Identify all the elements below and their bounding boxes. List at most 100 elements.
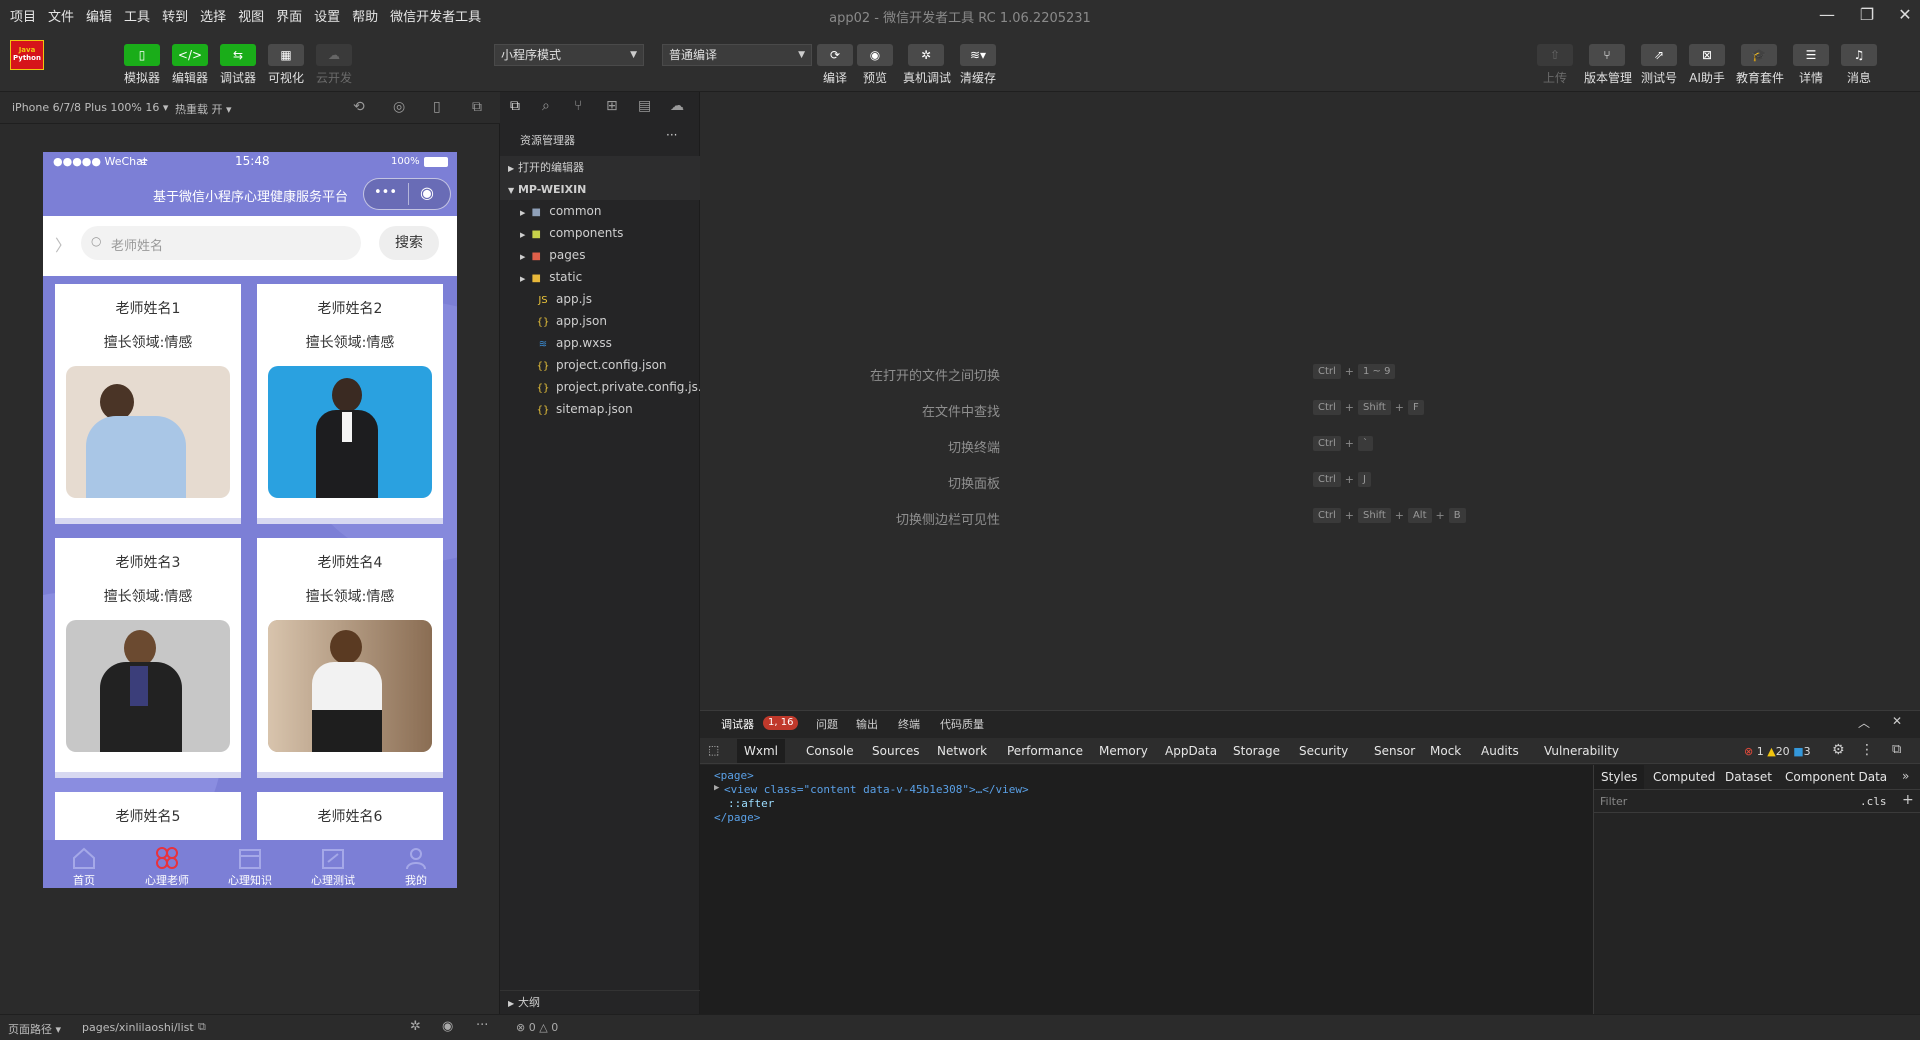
gear-icon[interactable]: ⚙ bbox=[1832, 742, 1845, 758]
more-options-icon[interactable]: ··· bbox=[476, 1018, 488, 1033]
kebab-menu-icon[interactable]: ⋮ bbox=[1860, 742, 1874, 758]
tab-debugger[interactable]: 调试器 bbox=[721, 716, 754, 732]
close-window-button[interactable]: ✕ bbox=[1890, 3, 1920, 27]
ai-assistant-button[interactable]: ⊠ AI助手 bbox=[1684, 44, 1730, 86]
tree-folder-common[interactable]: ▶ ■ common bbox=[500, 200, 700, 222]
menu-tools[interactable]: 工具 bbox=[124, 6, 150, 25]
education-button[interactable]: 🎓 教育套件 bbox=[1736, 44, 1784, 86]
copy-icon[interactable]: ⧉ bbox=[198, 1020, 206, 1034]
tab-home[interactable]: 首页 bbox=[43, 840, 125, 888]
cls-toggle[interactable]: .cls bbox=[1860, 795, 1887, 808]
tree-folder-components[interactable]: ▶ ■ components bbox=[500, 222, 700, 244]
cloud-dev-button[interactable]: ☁ 云开发 bbox=[311, 44, 357, 86]
tab-vulnerability[interactable]: Vulnerability bbox=[1537, 739, 1626, 763]
compile-select[interactable]: 普通编译 ▼ bbox=[662, 44, 812, 66]
tab-console[interactable]: Console bbox=[799, 739, 861, 763]
menu-select[interactable]: 选择 bbox=[200, 6, 226, 25]
tab-network[interactable]: Network bbox=[930, 739, 994, 763]
tab-test[interactable]: 心理测试 bbox=[292, 840, 374, 888]
minimize-button[interactable]: — bbox=[1812, 3, 1842, 27]
record-icon[interactable]: ◎ bbox=[393, 99, 405, 115]
bug-icon[interactable]: ✲ bbox=[410, 1019, 421, 1034]
wxml-node[interactable]: <view class="content data-v-45b1e308">…<… bbox=[724, 783, 1029, 796]
tab-mine[interactable]: 我的 bbox=[375, 840, 457, 888]
search-input[interactable]: ○ 老师姓名 bbox=[81, 226, 361, 260]
restore-button[interactable]: ❐ bbox=[1852, 3, 1882, 27]
visual-button[interactable]: ▦ 可视化 bbox=[263, 44, 309, 86]
files-icon[interactable]: ⧉ bbox=[510, 98, 520, 114]
tree-file-app-wxss[interactable]: ≋ app.wxss bbox=[500, 332, 700, 354]
test-account-button[interactable]: ⇗ 测试号 bbox=[1636, 44, 1682, 86]
problem-summary[interactable]: ⊗ 0 △ 0 bbox=[516, 1021, 558, 1034]
tab-appdata[interactable]: AppData bbox=[1158, 739, 1224, 763]
chevron-double-right-icon[interactable]: » bbox=[1902, 769, 1909, 783]
details-button[interactable]: ☰ 详情 bbox=[1788, 44, 1834, 86]
tab-knowledge[interactable]: 心理知识 bbox=[209, 840, 291, 888]
git-icon[interactable]: ⑂ bbox=[574, 98, 582, 114]
tab-computed[interactable]: Computed bbox=[1646, 765, 1722, 789]
tab-problems[interactable]: 问题 bbox=[816, 716, 838, 732]
tab-storage[interactable]: Storage bbox=[1226, 739, 1287, 763]
wxml-node[interactable]: <page> bbox=[714, 769, 754, 782]
version-button[interactable]: ⑂ 版本管理 bbox=[1584, 44, 1632, 86]
teacher-card[interactable]: 老师姓名3 擅长领域:情感 bbox=[55, 538, 241, 778]
close-icon[interactable]: ✕ bbox=[1892, 714, 1902, 728]
menu-help[interactable]: 帮助 bbox=[352, 6, 378, 25]
editor-button[interactable]: </> 编辑器 bbox=[167, 44, 213, 86]
tab-styles[interactable]: Styles bbox=[1594, 765, 1645, 789]
inspect-icon[interactable]: ⬚ bbox=[708, 743, 719, 757]
hot-reload-toggle[interactable]: 热重载 开 ▾ bbox=[175, 101, 232, 117]
collapse-up-icon[interactable]: ︿ bbox=[1858, 714, 1870, 731]
rotate-icon[interactable]: ⟲ bbox=[353, 99, 365, 115]
wxml-node[interactable]: </page> bbox=[714, 811, 760, 824]
tab-memory[interactable]: Memory bbox=[1092, 739, 1155, 763]
clear-cache-button[interactable]: ≋▾ 清缓存 bbox=[955, 44, 1001, 86]
menu-wechat-devtools[interactable]: 微信开发者工具 bbox=[390, 6, 481, 25]
teacher-card[interactable]: 老师姓名4 擅长领域:情感 bbox=[257, 538, 443, 778]
mode-select[interactable]: 小程序模式 ▼ bbox=[494, 44, 644, 66]
tab-component-data[interactable]: Component Data bbox=[1778, 765, 1894, 789]
issue-counts[interactable]: ⊗ 1 ▲20 ■3 bbox=[1744, 745, 1811, 758]
messages-button[interactable]: ♫ 消息 bbox=[1836, 44, 1882, 86]
eye-icon[interactable]: ◉ bbox=[442, 1019, 453, 1034]
device-select[interactable]: iPhone 6/7/8 Plus 100% 16 ▾ bbox=[12, 101, 168, 114]
preview-button[interactable]: ◉ 预览 bbox=[852, 44, 898, 86]
search-button[interactable]: 搜索 bbox=[379, 226, 439, 260]
tab-code-quality[interactable]: 代码质量 bbox=[940, 716, 984, 732]
menu-goto[interactable]: 转到 bbox=[162, 6, 188, 25]
tab-terminal[interactable]: 终端 bbox=[898, 716, 920, 732]
tab-mock[interactable]: Mock bbox=[1423, 739, 1468, 763]
close-miniprogram-icon[interactable]: ◉ bbox=[420, 183, 434, 202]
teacher-card[interactable]: 老师姓名2 擅长领域:情感 bbox=[257, 284, 443, 524]
tree-file-app-json[interactable]: {} app.json bbox=[500, 310, 700, 332]
menu-file[interactable]: 文件 bbox=[48, 6, 74, 25]
tab-sources[interactable]: Sources bbox=[865, 739, 926, 763]
debugger-button[interactable]: ⇆ 调试器 bbox=[215, 44, 261, 86]
tab-performance[interactable]: Performance bbox=[1000, 739, 1090, 763]
tab-sensor[interactable]: Sensor bbox=[1367, 739, 1422, 763]
tree-file-project-config[interactable]: {} project.config.json bbox=[500, 354, 700, 376]
device-icon[interactable]: ▯ bbox=[433, 99, 441, 115]
tree-folder-pages[interactable]: ▶ ■ pages bbox=[500, 244, 700, 266]
cloud-icon[interactable]: ☁ bbox=[670, 98, 684, 114]
tab-output[interactable]: 输出 bbox=[856, 716, 878, 732]
popout-icon[interactable]: ⧉ bbox=[472, 99, 482, 115]
filter-input[interactable]: Filter bbox=[1600, 795, 1627, 808]
storage-icon[interactable]: ▤ bbox=[638, 98, 651, 114]
triangle-right-icon[interactable]: ▶ bbox=[714, 783, 719, 793]
page-path-select[interactable]: 页面路径 ▾ bbox=[8, 1021, 61, 1037]
tree-file-app-js[interactable]: JS app.js bbox=[500, 288, 700, 310]
remote-debug-button[interactable]: ✲ 真机调试 bbox=[903, 44, 951, 86]
more-dots-icon[interactable]: ••• bbox=[374, 185, 397, 200]
project-section[interactable]: ▼ MP-WEIXIN bbox=[500, 178, 700, 200]
tree-file-sitemap[interactable]: {} sitemap.json bbox=[500, 398, 700, 420]
upload-button[interactable]: ⇧ 上传 bbox=[1532, 44, 1578, 86]
menu-edit[interactable]: 编辑 bbox=[86, 6, 112, 25]
tab-audits[interactable]: Audits bbox=[1474, 739, 1526, 763]
teacher-card[interactable]: 老师姓名1 擅长领域:情感 bbox=[55, 284, 241, 524]
plus-icon[interactable]: + bbox=[1902, 792, 1914, 808]
extensions-icon[interactable]: ⊞ bbox=[606, 98, 618, 114]
tab-wxml[interactable]: Wxml bbox=[737, 739, 785, 763]
tab-security[interactable]: Security bbox=[1292, 739, 1355, 763]
menu-project[interactable]: 项目 bbox=[10, 6, 36, 25]
